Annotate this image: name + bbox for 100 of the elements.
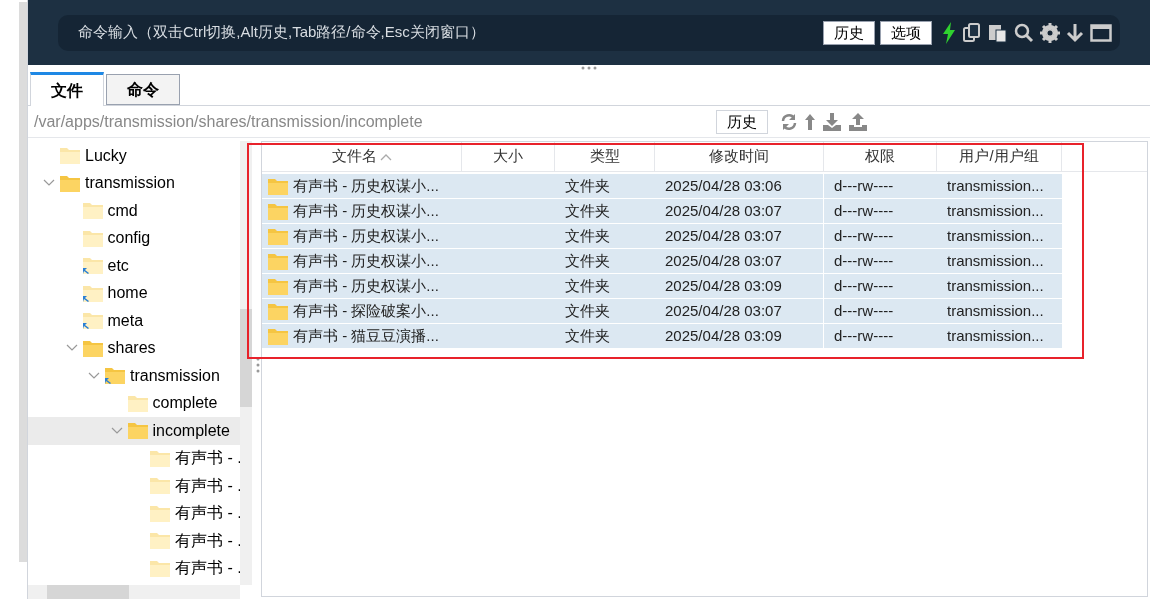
table-cell-text: 2025/04/28 03:07 [665, 200, 782, 221]
folder-icon [127, 422, 148, 440]
command-bar-button[interactable]: 历史 [823, 20, 875, 45]
table-cell-text: transmission... [947, 200, 1044, 221]
column-header[interactable]: 用户/用户组 [937, 142, 1062, 171]
file-row[interactable]: 有声书 - 猫豆豆演播... 文件夹 2025/04/28 03:09 d---rw---- transmission... [262, 324, 1062, 348]
shortcut-folder-icon [105, 367, 125, 385]
settings-icon[interactable] [1040, 22, 1060, 43]
tree-item[interactable]: home [28, 279, 240, 307]
tab[interactable]: 命令 [106, 74, 180, 105]
column-header[interactable]: 类型 [555, 142, 655, 171]
tree-item[interactable]: 有声书 - . [28, 444, 240, 472]
tree-item[interactable]: incomplete [28, 417, 240, 445]
command-bar-button[interactable]: 选项 [880, 20, 932, 45]
folder-icon [60, 147, 80, 165]
tree-item[interactable]: shares [28, 334, 240, 362]
lightning-icon[interactable] [942, 21, 956, 44]
table-cell-text: 2025/04/28 03:07 [665, 300, 782, 321]
paste-icon[interactable] [988, 22, 1008, 43]
table-cell-text: 有声书 - 探险破案小... [293, 300, 439, 321]
folder-icon [82, 229, 103, 247]
column-header[interactable]: 大小 [462, 142, 555, 171]
file-row[interactable]: 有声书 - 历史权谋小... 文件夹 2025/04/28 03:06 d---rw---- transmission... [262, 174, 1062, 198]
column-header[interactable]: 权限 [824, 142, 937, 171]
folder-icon [150, 532, 170, 550]
table-cell-text: d---rw---- [834, 300, 894, 321]
table-cell-text: 2025/04/28 03:06 [665, 175, 782, 196]
chevron-down-icon[interactable] [110, 426, 123, 435]
table-cell-text: 文件夹 [565, 250, 610, 271]
tree-item[interactable]: config [28, 224, 240, 252]
tree-item[interactable]: 有声书 - . [28, 527, 240, 555]
window-icon[interactable] [1090, 23, 1112, 42]
table-cell-text: d---rw---- [834, 325, 894, 346]
refresh-icon[interactable] [780, 112, 798, 131]
table-cell-text: transmission... [947, 300, 1044, 321]
table-cell-text: 有声书 - 历史权谋小... [293, 250, 439, 271]
folder-icon [268, 177, 288, 195]
table-cell-text: 文件夹 [565, 225, 610, 246]
table-cell-text: d---rw---- [834, 250, 894, 271]
resize-grip-icon[interactable] [256, 357, 260, 373]
file-row[interactable]: 有声书 - 历史权谋小... 文件夹 2025/04/28 03:07 d---rw---- transmission... [262, 199, 1062, 223]
table-cell-text: 有声书 - 历史权谋小... [293, 225, 439, 246]
down-arrow-icon[interactable] [1066, 22, 1084, 43]
shortcut-folder-icon [82, 312, 103, 330]
tree-item[interactable]: 有声书 - . [28, 554, 240, 582]
tree-item[interactable]: complete [28, 389, 240, 417]
folder-icon [82, 339, 103, 357]
table-cell-text: 文件夹 [565, 175, 610, 196]
file-row[interactable]: 有声书 - 探险破案小... 文件夹 2025/04/28 03:07 d---rw---- transmission... [262, 299, 1062, 323]
tree-item[interactable]: cmd [28, 197, 240, 225]
history-button[interactable]: 历史 [716, 109, 768, 134]
column-header[interactable]: 修改时间 [655, 142, 824, 171]
tree-item[interactable]: etc [28, 252, 240, 280]
table-cell-text: 有声书 - 历史权谋小... [293, 200, 439, 221]
up-arrow-icon[interactable] [804, 112, 816, 131]
folder-icon [268, 327, 288, 345]
tree-item[interactable]: transmission [28, 169, 240, 197]
table-cell-text: 有声书 - 历史权谋小... [293, 175, 439, 196]
file-row[interactable]: 有声书 - 历史权谋小... 文件夹 2025/04/28 03:09 d---rw---- transmission... [262, 274, 1062, 298]
scrollbar[interactable] [19, 2, 27, 562]
table-cell-text: 有声书 - 猫豆豆演播... [293, 325, 439, 346]
table-cell-text: transmission... [947, 250, 1044, 271]
table-cell-text: 文件夹 [565, 325, 610, 346]
chevron-down-icon[interactable] [43, 179, 55, 188]
folder-icon [268, 302, 288, 320]
copy-icon[interactable] [962, 22, 982, 43]
search-icon[interactable] [1014, 22, 1034, 43]
folder-icon [150, 559, 170, 577]
file-row[interactable]: 有声书 - 历史权谋小... 文件夹 2025/04/28 03:07 d---rw---- transmission... [262, 224, 1062, 248]
shortcut-folder-icon [82, 257, 103, 275]
upload-icon[interactable] [848, 112, 868, 131]
tree-item[interactable]: 有声书 - . [28, 472, 240, 500]
table-cell-text: d---rw---- [834, 175, 894, 196]
scrollbar[interactable] [28, 585, 240, 599]
column-header[interactable]: 文件名 [262, 142, 462, 171]
chevron-down-icon[interactable] [65, 344, 78, 353]
download-icon[interactable] [822, 112, 842, 131]
table-cell-text: d---rw---- [834, 200, 894, 221]
chevron-down-icon[interactable] [88, 371, 100, 380]
table-cell-text: d---rw---- [834, 275, 894, 296]
tree-item[interactable]: transmission [28, 362, 240, 390]
path-field[interactable]: /var/apps/transmission/shares/transmission/incomplete [34, 109, 716, 134]
table-cell-text: transmission... [947, 225, 1044, 246]
resize-grip-icon[interactable] [581, 66, 597, 70]
folder-icon [268, 202, 288, 220]
command-prompt: 命令输入（双击Ctrl切换,Alt历史,Tab路径/命令,Esc关闭窗口） [78, 22, 486, 43]
table-cell-text: transmission... [947, 275, 1044, 296]
scrollbar[interactable] [240, 141, 252, 585]
folder-icon [127, 394, 148, 412]
tree-item[interactable]: meta [28, 307, 240, 335]
command-input[interactable]: 命令输入（双击Ctrl切换,Alt历史,Tab路径/命令,Esc关闭窗口） 历史 选项 [58, 14, 1120, 51]
file-row[interactable]: 有声书 - 历史权谋小... 文件夹 2025/04/28 03:07 d---rw---- transmission... [262, 249, 1062, 273]
tab[interactable]: 文件 [30, 72, 104, 106]
tree-item[interactable]: Lucky [28, 142, 240, 170]
tree-item[interactable]: 有声书 - . [28, 499, 240, 527]
table-cell-text: 2025/04/28 03:09 [665, 325, 782, 346]
folder-icon [268, 277, 288, 295]
table-cell-text: 2025/04/28 03:09 [665, 275, 782, 296]
table-cell-text: 2025/04/28 03:07 [665, 225, 782, 246]
table-cell-text: d---rw---- [834, 225, 894, 246]
